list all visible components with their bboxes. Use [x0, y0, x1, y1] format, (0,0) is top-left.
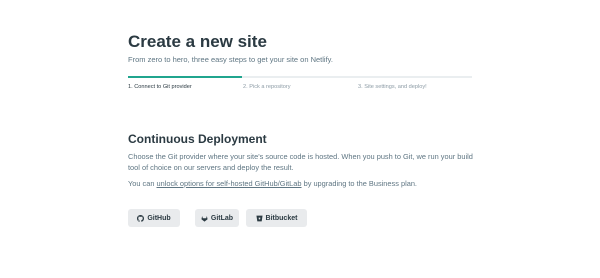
progress-fill — [128, 76, 242, 78]
github-icon — [137, 214, 145, 222]
section-description: Choose the Git provider where your site'… — [128, 152, 473, 172]
step-pick-repository: 2. Pick a repository — [243, 84, 291, 90]
unlock-self-hosted-link[interactable]: unlock options for self-hosted GitHub/Gi… — [157, 179, 302, 188]
bitbucket-icon — [255, 215, 263, 222]
step-site-settings: 3. Site settings, and deploy! — [358, 84, 427, 90]
section-title: Continuous Deployment — [128, 132, 267, 146]
github-label: GitHub — [147, 214, 171, 222]
gitlab-button[interactable]: GitLab — [195, 209, 239, 227]
bitbucket-button[interactable]: Bitbucket — [246, 209, 307, 227]
github-button[interactable]: GitHub — [128, 209, 180, 227]
page-subtitle: From zero to hero, three easy steps to g… — [128, 55, 333, 64]
page-title: Create a new site — [128, 32, 267, 51]
note-prefix: You can — [128, 179, 157, 188]
gitlab-icon — [201, 215, 208, 222]
upgrade-note: You can unlock options for self-hosted G… — [128, 179, 417, 188]
step-connect-git: 1. Connect to Git provider — [128, 84, 192, 90]
note-suffix: by upgrading to the Business plan. — [301, 179, 417, 188]
gitlab-label: GitLab — [210, 214, 234, 222]
step-progress: 1. Connect to Git provider 2. Pick a rep… — [128, 76, 472, 96]
bitbucket-label: Bitbucket — [265, 214, 298, 222]
